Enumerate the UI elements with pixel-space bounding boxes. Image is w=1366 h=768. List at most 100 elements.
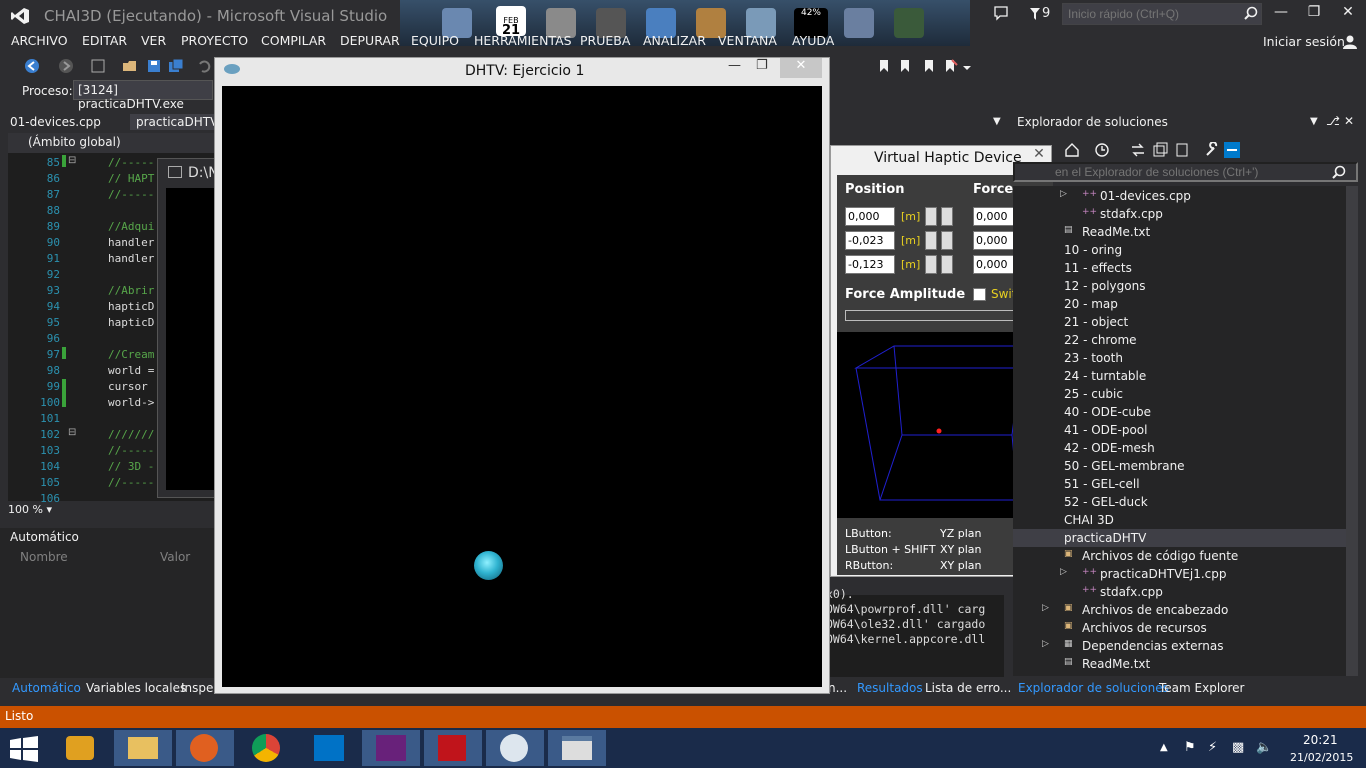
taskbar-console-icon[interactable] xyxy=(548,730,606,766)
solution-scrollbar[interactable] xyxy=(1346,186,1358,676)
tree-item[interactable]: 01-devices.cpp xyxy=(1100,189,1191,203)
tree-item[interactable]: 24 - turntable xyxy=(1064,369,1146,383)
tree-item[interactable]: 20 - map xyxy=(1064,297,1118,311)
bookmark-icon[interactable] xyxy=(876,58,892,74)
tree-item[interactable]: 42 - ODE-mesh xyxy=(1064,441,1155,455)
tree-item[interactable]: 11 - effects xyxy=(1064,261,1132,275)
tree-item[interactable]: 52 - GEL-duck xyxy=(1064,495,1148,509)
position-spinner[interactable] xyxy=(941,207,953,226)
tree-item[interactable]: practicaDHTV xyxy=(1064,531,1146,545)
minimize-button[interactable]: — xyxy=(1267,4,1295,24)
prev-bookmark-icon[interactable] xyxy=(898,58,914,74)
tree-item[interactable]: 41 - ODE-pool xyxy=(1064,423,1147,437)
clear-bookmarks-icon[interactable] xyxy=(942,58,958,74)
menu-editar[interactable]: EDITAR xyxy=(82,33,127,48)
menu-ventana[interactable]: VENTANA xyxy=(718,33,777,48)
menu-prueba[interactable]: PRUEBA xyxy=(580,33,630,48)
feedback-icon[interactable] xyxy=(993,5,1009,21)
undo-icon[interactable] xyxy=(196,58,212,74)
home-icon[interactable] xyxy=(1064,142,1080,158)
tree-item[interactable]: Archivos de encabezado xyxy=(1082,603,1228,617)
new-project-icon[interactable] xyxy=(90,58,106,74)
position-spinner[interactable] xyxy=(941,231,953,250)
menu-compilar[interactable]: COMPILAR xyxy=(261,33,326,48)
next-bookmark-icon[interactable] xyxy=(920,58,936,74)
search-icon[interactable] xyxy=(1332,165,1346,179)
menu-proyecto[interactable]: PROYECTO xyxy=(181,33,248,48)
tree-item[interactable]: stdafx.cpp xyxy=(1100,207,1163,221)
collapse-icon[interactable]: ⊟ xyxy=(68,155,76,166)
expand-arrow-icon[interactable]: ▷ xyxy=(1042,603,1049,613)
switch-checkbox[interactable] xyxy=(973,288,986,301)
column-name[interactable]: Nombre xyxy=(20,550,68,564)
clock-time[interactable]: 20:21 xyxy=(1303,733,1338,747)
scope-dropdown[interactable]: (Ámbito global) xyxy=(8,133,218,153)
sync-icon[interactable] xyxy=(1130,142,1146,158)
render-canvas[interactable] xyxy=(222,86,822,687)
position-spinner[interactable] xyxy=(925,207,937,226)
position-spinner[interactable] xyxy=(925,231,937,250)
menu-depurar[interactable]: DEPURAR xyxy=(340,33,400,48)
panel-dropdown-icon[interactable]: ▼ xyxy=(1310,116,1318,127)
open-file-icon[interactable] xyxy=(122,58,138,74)
taskbar-chrome-icon[interactable] xyxy=(238,730,296,766)
tray-power-icon[interactable]: ⚡ xyxy=(1208,740,1217,755)
position-input[interactable]: -0,023 xyxy=(845,231,895,250)
maximize-button[interactable]: ❐ xyxy=(1300,4,1328,24)
save-all-icon[interactable] xyxy=(168,58,184,74)
position-input[interactable]: 0,000 xyxy=(845,207,895,226)
tree-item[interactable]: 25 - cubic xyxy=(1064,387,1123,401)
taskbar-acrobat-icon[interactable] xyxy=(424,730,482,766)
tree-item[interactable]: 40 - ODE-cube xyxy=(1064,405,1151,419)
tray-flag-icon[interactable]: ⚑ xyxy=(1184,740,1196,755)
pin-icon[interactable]: ⎇ xyxy=(1326,114,1340,128)
zoom-control[interactable]: 100 % ▾ xyxy=(8,503,218,519)
tab-error-list[interactable]: Lista de erro... xyxy=(925,681,1011,695)
tray-overflow-icon[interactable]: ▲ xyxy=(1160,742,1168,753)
tree-item[interactable]: Archivos de recursos xyxy=(1082,621,1207,635)
tab-output-partial[interactable]: n... xyxy=(828,681,847,695)
search-icon[interactable] xyxy=(1244,6,1258,20)
tray-network-icon[interactable]: ▩ xyxy=(1232,740,1244,755)
tree-item[interactable]: ReadMe.txt xyxy=(1082,657,1150,671)
tab-solution-explorer[interactable]: Explorador de soluciones xyxy=(1018,681,1169,695)
column-value[interactable]: Valor xyxy=(160,550,190,564)
menu-ver[interactable]: VER xyxy=(141,33,166,48)
tab-autos[interactable]: Automático xyxy=(12,681,81,695)
panel-close-icon[interactable]: ✕ xyxy=(1344,114,1354,128)
menu-equipo[interactable]: EQUIPO xyxy=(411,33,459,48)
windows-start-icon[interactable] xyxy=(10,736,38,765)
menu-archivo[interactable]: ARCHIVO xyxy=(11,33,68,48)
position-spinner[interactable] xyxy=(941,255,953,274)
menu-herramientas[interactable]: HERRAMIENTAS xyxy=(474,33,572,48)
history-icon[interactable] xyxy=(1094,142,1110,158)
tree-item[interactable]: stdafx.cpp xyxy=(1100,585,1163,599)
taskbar-keys-icon[interactable] xyxy=(52,730,110,766)
preview-icon[interactable] xyxy=(1224,142,1240,158)
position-input[interactable]: -0,123 xyxy=(845,255,895,274)
tree-item[interactable]: CHAI 3D xyxy=(1064,513,1114,527)
position-spinner[interactable] xyxy=(925,255,937,274)
dhtv-maximize-button[interactable]: ❐ xyxy=(756,58,776,73)
taskbar-visual-studio-icon[interactable] xyxy=(362,730,420,766)
tree-item[interactable]: 51 - GEL-cell xyxy=(1064,477,1140,491)
taskbar-explorer-icon[interactable] xyxy=(114,730,172,766)
expand-arrow-icon[interactable]: ▷ xyxy=(1060,567,1067,577)
forward-icon[interactable] xyxy=(58,58,74,74)
process-select[interactable]: [3124] practicaDHTV.exe xyxy=(73,80,213,111)
tree-item[interactable]: Dependencias externas xyxy=(1082,639,1223,653)
filter-icon[interactable] xyxy=(1030,8,1040,20)
collapse-all-icon[interactable] xyxy=(1152,142,1168,158)
signin-link[interactable]: Iniciar sesión xyxy=(1263,34,1345,49)
taskbar-haptic-app-icon[interactable] xyxy=(486,730,544,766)
clock-date[interactable]: 21/02/2015 xyxy=(1290,751,1353,764)
taskbar-outlook-icon[interactable] xyxy=(300,730,358,766)
tree-item[interactable]: 12 - polygons xyxy=(1064,279,1145,293)
properties-wrench-icon[interactable] xyxy=(1204,141,1220,158)
dhtv-minimize-button[interactable]: — xyxy=(728,58,748,73)
quick-launch-input[interactable] xyxy=(1062,3,1262,25)
tree-item[interactable]: 21 - object xyxy=(1064,315,1128,329)
tree-item[interactable]: 50 - GEL-membrane xyxy=(1064,459,1185,473)
tab-locals[interactable]: Variables locales xyxy=(86,681,186,695)
tab-results[interactable]: Resultados xyxy=(857,681,923,695)
